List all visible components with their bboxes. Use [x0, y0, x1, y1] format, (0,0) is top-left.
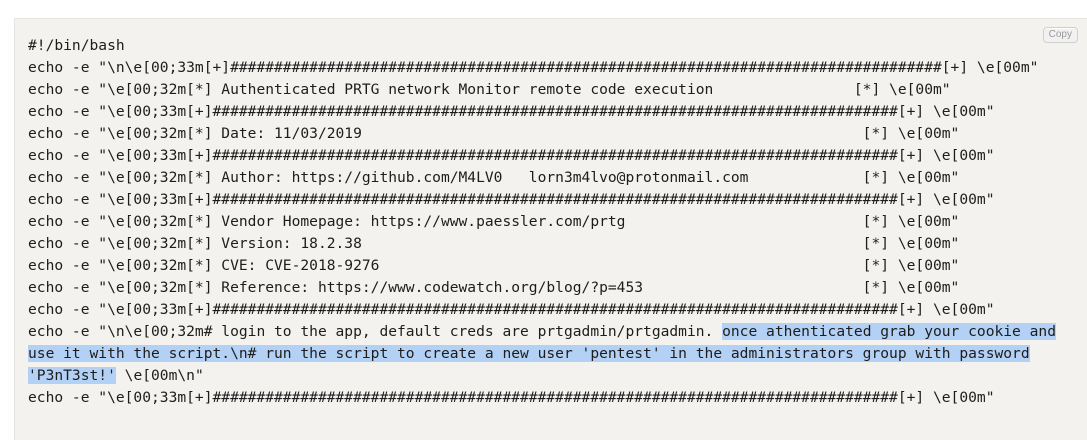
code-text: \e[00m\n"	[115, 367, 204, 384]
code-block: Copy #!/bin/bash echo -e "\n\e[00;33m[+]#…	[14, 18, 1087, 440]
code-line: echo -e "\e[00;32m[*] Date: 11/03/2019 […	[28, 125, 960, 142]
selected-text: 'P3nT3st!'	[28, 367, 116, 384]
code-line: echo -e "\e[00;32m[*] Version: 18.2.38 […	[28, 235, 960, 252]
code-line: echo -e "\e[00;33m[+]###################…	[28, 191, 995, 208]
code-line: echo -e "\e[00;32m[*] Author: https://gi…	[28, 169, 960, 186]
code-line: echo -e "\n\e[00;33m[+]#################…	[28, 59, 1039, 76]
code-line: #!/bin/bash	[28, 37, 125, 54]
code-line: echo -e "\e[00;32m[*] CVE: CVE-2018-9276…	[28, 257, 960, 274]
code-line: echo -e "\e[00;33m[+]###################…	[28, 389, 995, 406]
selected-text: use it with the script.\n# run the scrip…	[28, 345, 1030, 362]
code-line: echo -e "\e[00;32m[*] Authenticated PRTG…	[28, 81, 951, 98]
code-line-long-1: echo -e "\n\e[00;32m# login to the app, …	[28, 321, 1056, 343]
code-line-long-3: 'P3nT3st!' \e[00m\n"	[28, 365, 1056, 387]
code-line: echo -e "\e[00;32m[*] Reference: https:/…	[28, 279, 960, 296]
selected-text: once athenticated grab your cookie and	[722, 323, 1056, 340]
code-line: echo -e "\e[00;33m[+]###################…	[28, 301, 995, 318]
code-line: echo -e "\e[00;33m[+]###################…	[28, 147, 995, 164]
code-line-long-2: use it with the script.\n# run the scrip…	[28, 343, 1056, 365]
code-text: echo -e "\n\e[00;32m# login to the app, …	[28, 323, 723, 340]
bash-script-code[interactable]: #!/bin/bash echo -e "\n\e[00;33m[+]######…	[28, 35, 1056, 409]
code-line: echo -e "\e[00;32m[*] Vendor Homepage: h…	[28, 213, 960, 230]
code-line: echo -e "\e[00;33m[+]###################…	[28, 103, 995, 120]
